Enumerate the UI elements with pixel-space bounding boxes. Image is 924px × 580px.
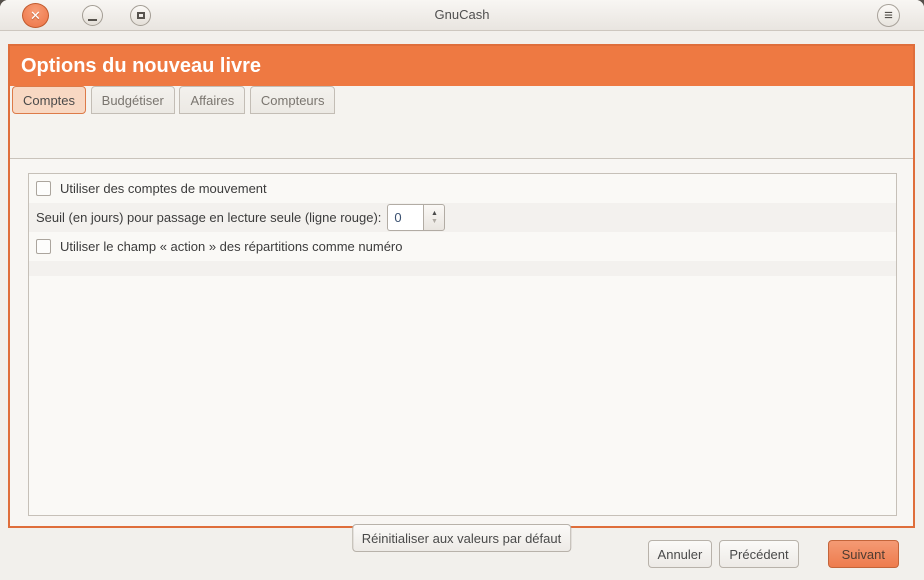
window-menu-button[interactable]: ≡ xyxy=(877,4,900,27)
tab-bar: Comptes Budgétiser Affaires Compteurs xyxy=(10,86,913,114)
hamburger-menu-icon: ≡ xyxy=(884,7,893,24)
assistant-frame: Options du nouveau livre Comptes Budgéti… xyxy=(8,44,915,528)
titlebar: ✕ GnuCash ≡ xyxy=(0,0,924,31)
option-row-readonly-threshold: Seuil (en jours) pour passage en lecture… xyxy=(29,203,896,232)
spinner-buttons[interactable]: ▲ ▼ xyxy=(423,204,445,231)
row-stripe xyxy=(29,261,896,276)
readonly-threshold-input[interactable]: 0 xyxy=(387,204,423,231)
back-button[interactable]: Précédent xyxy=(719,540,798,568)
minimize-icon xyxy=(88,19,97,21)
action-button-row: Annuler Précédent Suivant xyxy=(0,540,924,568)
gnucash-window: ✕ GnuCash ≡ Options du nouveau livre Com… xyxy=(0,0,924,580)
close-icon: ✕ xyxy=(30,8,41,24)
cancel-button[interactable]: Annuler xyxy=(648,540,713,568)
option-row-split-action: Utiliser le champ « action » des réparti… xyxy=(29,232,896,261)
split-action-checkbox[interactable] xyxy=(36,239,51,254)
next-button[interactable]: Suivant xyxy=(828,540,899,568)
readonly-threshold-spinner: 0 ▲ ▼ xyxy=(387,204,445,231)
tab-page-comptes: Utiliser des comptes de mouvement Seuil … xyxy=(10,158,913,526)
minimize-button[interactable] xyxy=(82,5,103,26)
tab-affaires[interactable]: Affaires xyxy=(179,86,245,114)
spinner-down-icon[interactable]: ▼ xyxy=(431,218,438,226)
option-row-trading-accounts: Utiliser des comptes de mouvement xyxy=(29,174,896,203)
split-action-label: Utiliser le champ « action » des réparti… xyxy=(60,239,402,254)
tab-compteurs[interactable]: Compteurs xyxy=(250,86,336,114)
trading-accounts-label: Utiliser des comptes de mouvement xyxy=(60,181,267,196)
options-panel: Utiliser des comptes de mouvement Seuil … xyxy=(28,173,897,516)
page-title: Options du nouveau livre xyxy=(10,46,913,86)
trading-accounts-checkbox[interactable] xyxy=(36,181,51,196)
tab-comptes[interactable]: Comptes xyxy=(12,86,86,114)
readonly-threshold-label: Seuil (en jours) pour passage en lecture… xyxy=(36,210,381,225)
maximize-button[interactable] xyxy=(130,5,151,26)
close-button[interactable]: ✕ xyxy=(22,3,49,28)
tab-budgetiser[interactable]: Budgétiser xyxy=(91,86,175,114)
spinner-up-icon[interactable]: ▲ xyxy=(431,210,438,218)
maximize-icon xyxy=(137,12,145,19)
